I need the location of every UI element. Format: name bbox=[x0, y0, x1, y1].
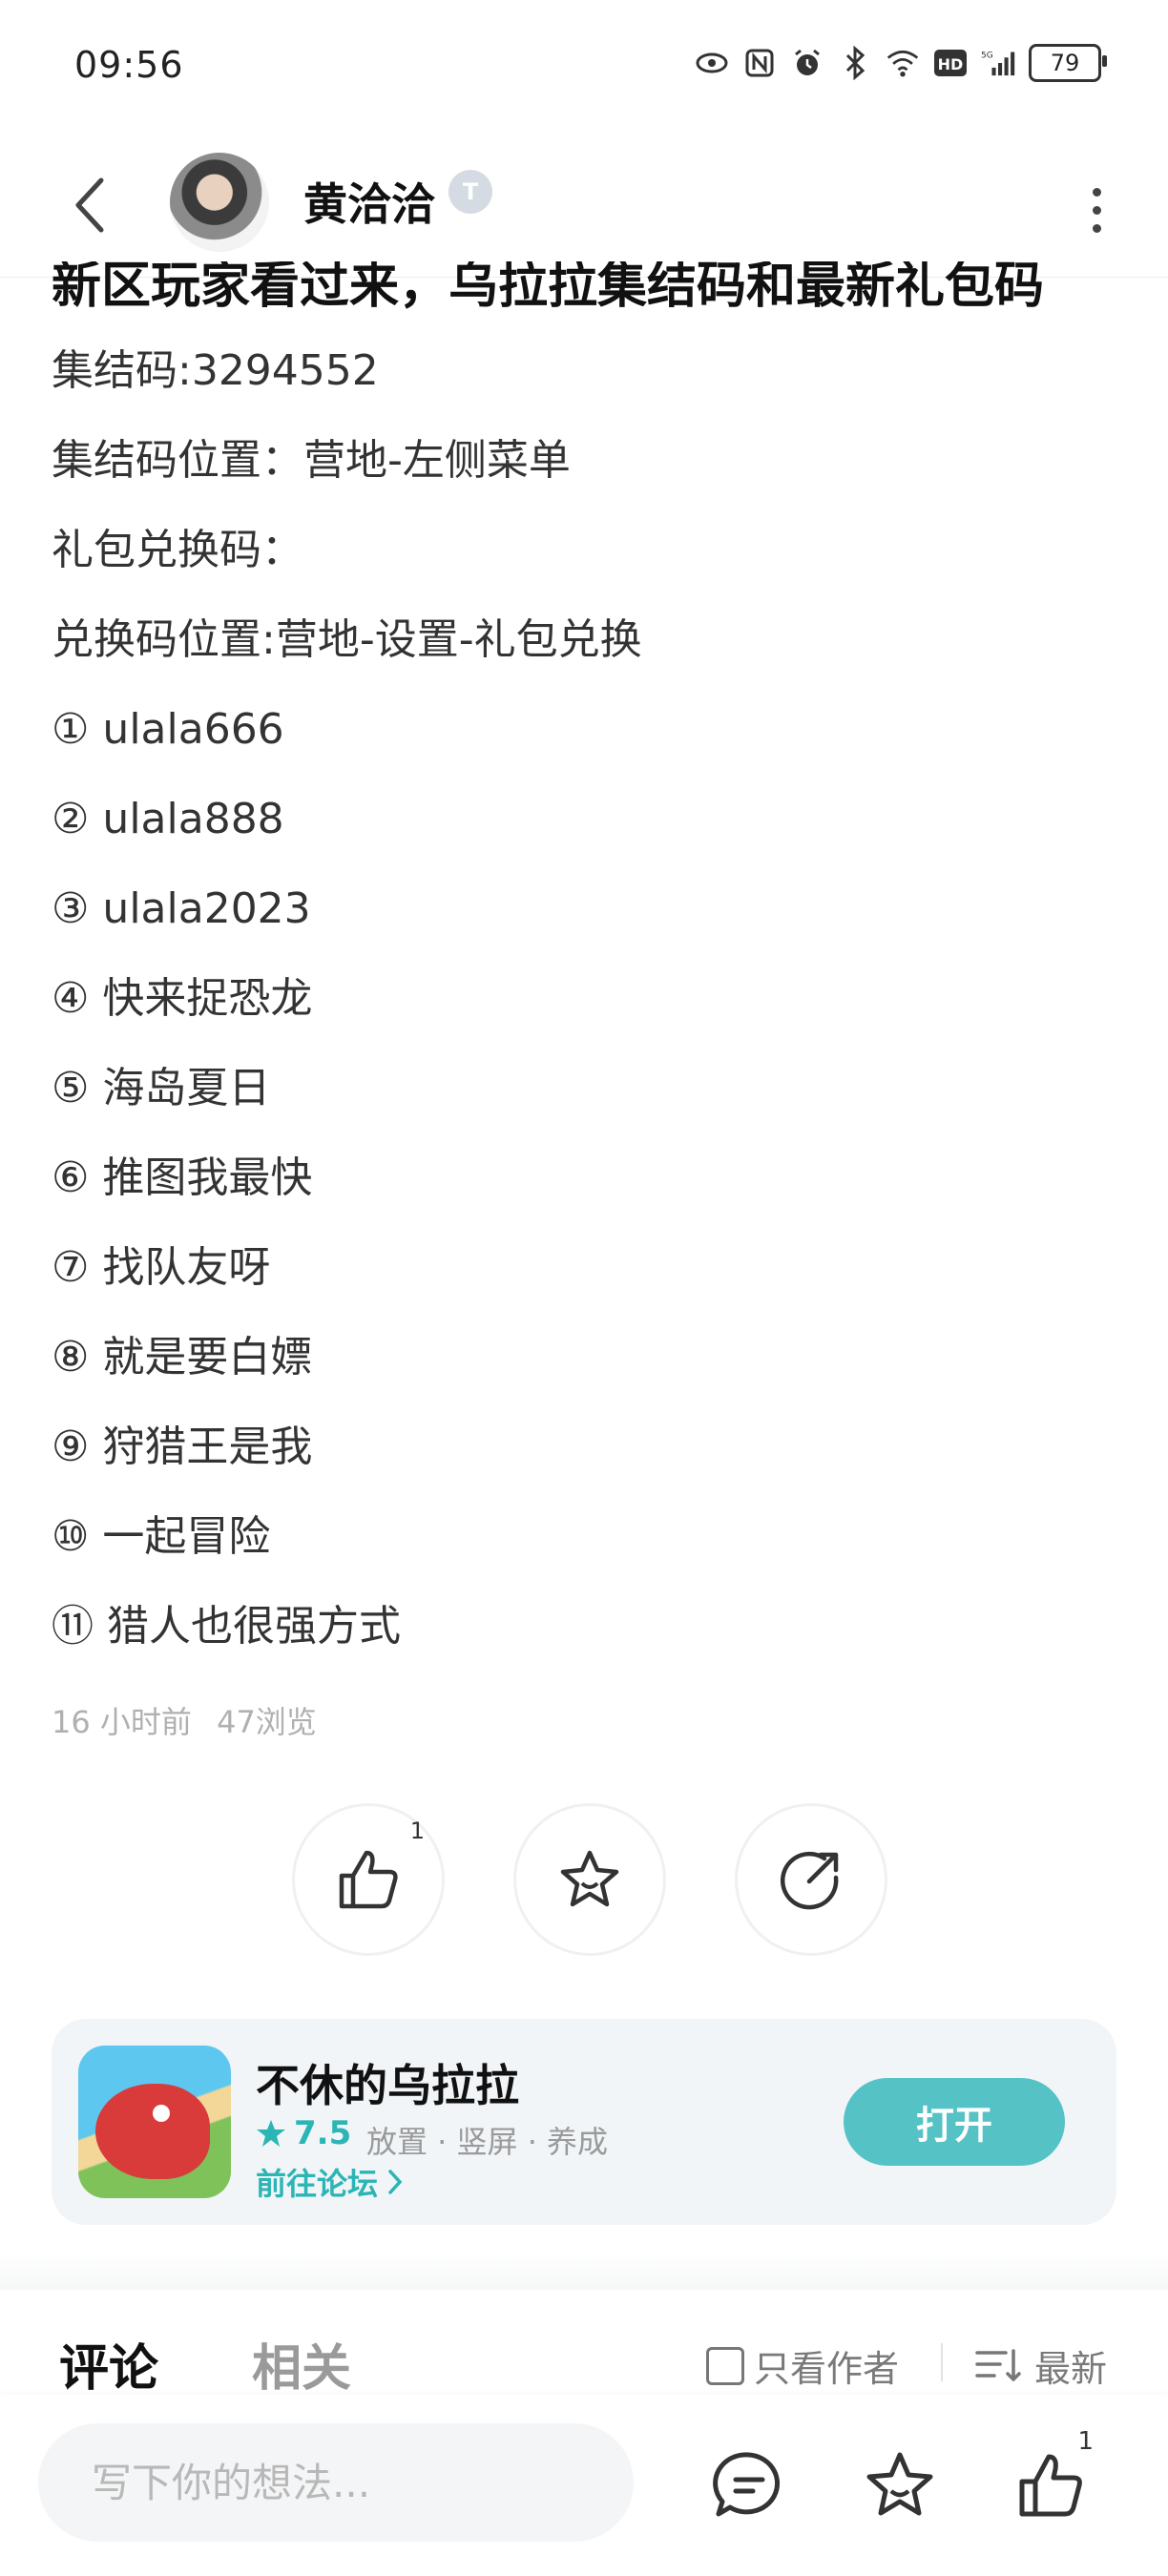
author-only-toggle[interactable]: 只看作者 bbox=[706, 2339, 899, 2392]
post-line: ④ 快来捉恐龙 bbox=[52, 974, 313, 1023]
battery-indicator: 79 bbox=[1029, 44, 1107, 82]
post-content: 新区玩家看过来，乌拉拉集结码和最新礼包码 集结码:3294552 集结码位置：营… bbox=[52, 258, 1120, 1672]
like-bottom-button[interactable]: 1 bbox=[998, 2427, 1103, 2538]
post-line: ① ulala666 bbox=[52, 705, 284, 754]
nfc-icon bbox=[742, 46, 777, 80]
avatar[interactable] bbox=[170, 153, 269, 252]
favorite-icon bbox=[560, 1850, 619, 1907]
like-icon bbox=[1019, 2454, 1082, 2517]
wifi-icon bbox=[886, 46, 920, 80]
back-button[interactable] bbox=[61, 162, 118, 248]
post-line: 集结码:3294552 bbox=[52, 346, 379, 395]
back-icon bbox=[75, 177, 104, 233]
more-icon bbox=[1092, 187, 1101, 197]
bluetooth-icon bbox=[838, 46, 872, 80]
forum-link-label: 前往论坛 bbox=[256, 2166, 379, 2202]
author-only-label: 只看作者 bbox=[754, 2348, 900, 2390]
tab-related[interactable]: 相关 bbox=[252, 2328, 351, 2399]
level-badge: T bbox=[448, 170, 492, 214]
favorite-icon bbox=[866, 2452, 933, 2516]
like-button[interactable]: 1 bbox=[292, 1803, 445, 1956]
post-line: ⑪ 猎人也很强方式 bbox=[52, 1602, 401, 1651]
hd-icon: HD bbox=[933, 46, 968, 80]
share-button[interactable] bbox=[735, 1803, 887, 1956]
post-line: ② ulala888 bbox=[52, 795, 284, 843]
status-bar: 09:56 HD 5G 79 bbox=[0, 0, 1168, 134]
tab-comments[interactable]: 评论 bbox=[59, 2328, 158, 2399]
favorite-bottom-button[interactable] bbox=[847, 2433, 952, 2538]
star-icon bbox=[257, 2120, 285, 2147]
section-divider bbox=[0, 2252, 1168, 2290]
post-line: ⑥ 推图我最快 bbox=[52, 1153, 313, 1202]
post-title: 新区玩家看过来，乌拉拉集结码和最新礼包码 bbox=[52, 261, 1045, 311]
tabs-divider bbox=[941, 2343, 943, 2381]
signal-icon: 5G bbox=[981, 46, 1015, 80]
comment-button[interactable] bbox=[697, 2433, 802, 2538]
post-actions: 1 bbox=[292, 1803, 887, 1956]
open-game-button[interactable]: 打开 bbox=[844, 2078, 1065, 2166]
post-line: ③ ulala2023 bbox=[52, 884, 311, 933]
bottom-bar: 1 bbox=[0, 2395, 1168, 2576]
comment-input[interactable] bbox=[38, 2423, 634, 2542]
svg-text:5G: 5G bbox=[981, 51, 993, 60]
more-button[interactable] bbox=[1073, 172, 1120, 248]
sort-label: 最新 bbox=[1034, 2348, 1108, 2390]
forum-link[interactable]: 前往论坛 bbox=[256, 2160, 405, 2204]
post-meta: 16 小时前 47浏览 bbox=[52, 1698, 332, 1742]
game-rating: 7.5 bbox=[256, 2114, 351, 2152]
like-count: 1 bbox=[409, 1818, 425, 1844]
alarm-icon bbox=[790, 46, 824, 80]
post-line: 集结码位置：营地-左侧菜单 bbox=[52, 436, 571, 485]
game-card[interactable]: 不休的乌拉拉 7.5 放置 · 竖屏 · 养成 前往论坛 打开 bbox=[52, 2019, 1116, 2225]
post-line: 兑换码位置:营地-设置-礼包兑换 bbox=[52, 615, 642, 664]
comment-icon bbox=[713, 2452, 781, 2517]
comment-tabs: 评论 相关 只看作者 最新 bbox=[0, 2290, 1168, 2398]
chevron-right-icon bbox=[388, 2170, 403, 2194]
post-line: ⑤ 海岛夏日 bbox=[52, 1064, 271, 1112]
post-header: 黄洽洽 T bbox=[0, 134, 1168, 278]
game-name: 不休的乌拉拉 bbox=[256, 2060, 519, 2111]
like-icon bbox=[339, 1850, 398, 1909]
share-icon bbox=[780, 1851, 839, 1910]
post-line: ⑩ 一起冒险 bbox=[52, 1512, 271, 1561]
like-bottom-count: 1 bbox=[1077, 2427, 1094, 2456]
rating-value: 7.5 bbox=[294, 2114, 352, 2152]
status-icons: HD 5G 79 bbox=[695, 44, 1107, 82]
sort-button[interactable]: 最新 bbox=[975, 2339, 1107, 2392]
favorite-button[interactable] bbox=[513, 1803, 666, 1956]
user-name[interactable]: 黄洽洽 bbox=[303, 170, 435, 233]
post-views: 47浏览 bbox=[217, 1704, 317, 1740]
post-time: 16 小时前 bbox=[52, 1704, 192, 1740]
author-only-checkbox[interactable] bbox=[706, 2346, 744, 2385]
post-line: ⑨ 狩猎王是我 bbox=[52, 1423, 313, 1471]
status-time: 09:56 bbox=[74, 44, 184, 86]
sort-icon bbox=[975, 2348, 1021, 2381]
post-line: ⑧ 就是要白嫖 bbox=[52, 1333, 313, 1381]
eye-icon bbox=[695, 46, 729, 80]
game-icon bbox=[78, 2046, 231, 2198]
post-line: 礼包兑换码： bbox=[52, 526, 303, 574]
svg-text:HD: HD bbox=[938, 55, 964, 73]
post-line: ⑦ 找队友呀 bbox=[52, 1243, 271, 1292]
game-tags: 放置 · 竖屏 · 养成 bbox=[366, 2124, 609, 2160]
